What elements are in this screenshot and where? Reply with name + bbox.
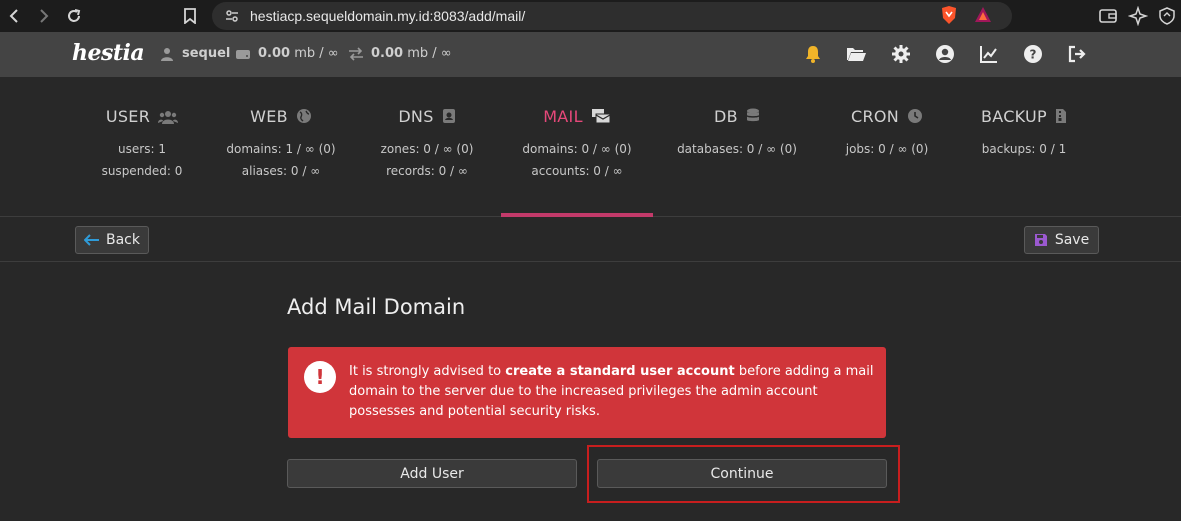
tab-dns-line2: records: 0 / ∞ bbox=[386, 164, 468, 178]
alert-text-before: It is strongly advised to bbox=[349, 364, 506, 379]
folder-open-icon[interactable] bbox=[846, 44, 866, 64]
tab-db-title: DB bbox=[714, 107, 738, 126]
stats-tabs: USER users: 1 suspended: 0 WEB domains: … bbox=[0, 77, 1181, 217]
site-settings-icon[interactable] bbox=[224, 8, 240, 24]
address-bar[interactable]: hestiacp.sequeldomain.my.id:8083/add/mai… bbox=[212, 2, 1012, 30]
tab-db-line1: databases: 0 / ∞ (0) bbox=[677, 142, 797, 156]
tab-db[interactable]: DB databases: 0 / ∞ (0) bbox=[661, 77, 813, 217]
bandwidth-usage-value: 0.00 bbox=[371, 46, 404, 61]
tab-web-title: WEB bbox=[250, 107, 288, 126]
brave-shields-icon[interactable] bbox=[940, 5, 958, 25]
exchange-arrows-icon bbox=[349, 47, 363, 61]
continue-highlight-box bbox=[587, 445, 900, 503]
chart-line-icon[interactable] bbox=[979, 44, 999, 64]
save-button-label: Save bbox=[1054, 232, 1090, 248]
user-icon bbox=[161, 48, 173, 61]
tab-mail-title: MAIL bbox=[543, 107, 583, 126]
tab-user-line1: users: 1 bbox=[118, 142, 166, 156]
bandwidth-usage-limit: mb / ∞ bbox=[407, 46, 452, 61]
tab-user[interactable]: USER users: 1 suspended: 0 bbox=[66, 77, 218, 217]
admin-warning-alert: ! It is strongly advised to create a sta… bbox=[288, 347, 886, 438]
save-button[interactable]: Save bbox=[1024, 226, 1099, 254]
address-book-icon bbox=[442, 109, 455, 123]
file-archive-icon bbox=[1056, 109, 1067, 123]
wallet-icon[interactable] bbox=[1098, 6, 1118, 26]
tab-cron[interactable]: CRON jobs: 0 / ∞ (0) bbox=[811, 77, 963, 217]
disk-usage-value: 0.00 bbox=[258, 46, 291, 61]
gear-icon[interactable] bbox=[891, 44, 911, 64]
tab-web-line1: domains: 1 / ∞ (0) bbox=[226, 142, 336, 156]
action-toolbar: Back Save bbox=[0, 218, 1181, 262]
alert-message: It is strongly advised to create a stand… bbox=[349, 362, 874, 422]
active-tab-indicator bbox=[501, 213, 653, 217]
forward-arrow-icon[interactable] bbox=[34, 6, 54, 26]
tab-mail-line1: domains: 0 / ∞ (0) bbox=[522, 142, 632, 156]
globe-icon bbox=[296, 109, 311, 123]
tab-mail-line2: accounts: 0 / ∞ bbox=[531, 164, 623, 178]
tab-backup-line1: backups: 0 / 1 bbox=[981, 142, 1067, 156]
tab-dns-line1: zones: 0 / ∞ (0) bbox=[380, 142, 474, 156]
bookmark-icon[interactable] bbox=[180, 6, 200, 26]
user-circle-icon[interactable] bbox=[935, 44, 955, 64]
exclamation-circle-icon: ! bbox=[304, 361, 336, 393]
vpn-shield-icon[interactable] bbox=[1157, 6, 1177, 26]
back-arrow-icon[interactable] bbox=[4, 6, 24, 26]
tab-web[interactable]: WEB domains: 1 / ∞ (0) aliases: 0 / ∞ bbox=[205, 77, 357, 217]
floppy-disk-icon bbox=[1034, 234, 1047, 246]
url-text: hestiacp.sequeldomain.my.id:8083/add/mai… bbox=[250, 8, 526, 24]
tab-cron-title: CRON bbox=[850, 107, 900, 126]
add-user-button[interactable]: Add User bbox=[287, 459, 577, 488]
disk-usage-limit: mb / ∞ bbox=[294, 46, 339, 61]
back-button[interactable]: Back bbox=[75, 226, 149, 254]
tab-user-title: USER bbox=[105, 107, 151, 126]
bandwidth-usage: 0.00 mb / ∞ bbox=[371, 46, 452, 61]
disk-usage: 0.00 mb / ∞ bbox=[258, 46, 339, 61]
bell-icon[interactable] bbox=[803, 44, 823, 64]
users-icon bbox=[158, 111, 179, 124]
logout-icon[interactable] bbox=[1067, 44, 1087, 64]
mail-bulk-icon bbox=[591, 109, 611, 124]
help-circle-icon[interactable]: ? bbox=[1023, 44, 1043, 64]
database-icon bbox=[746, 108, 759, 122]
leo-ai-icon[interactable] bbox=[1128, 6, 1148, 26]
svg-text:?: ? bbox=[1030, 48, 1037, 62]
alert-text-bold: create a standard user account bbox=[505, 364, 735, 379]
hard-drive-icon bbox=[236, 50, 250, 59]
arrow-left-icon bbox=[84, 234, 99, 246]
header-username[interactable]: sequel bbox=[182, 46, 230, 61]
app-header: hestia sequel 0.00 mb / ∞ 0.00 mb / ∞ ? bbox=[0, 32, 1181, 77]
browser-toolbar: hestiacp.sequeldomain.my.id:8083/add/mai… bbox=[0, 0, 1181, 32]
reload-icon[interactable] bbox=[64, 6, 84, 26]
tab-backup[interactable]: BACKUP backups: 0 / 1 bbox=[948, 77, 1100, 217]
brave-rewards-icon[interactable] bbox=[974, 6, 992, 24]
tab-backup-title: BACKUP bbox=[980, 107, 1048, 126]
clock-icon bbox=[908, 109, 923, 123]
back-button-label: Back bbox=[106, 232, 140, 248]
page-title: Add Mail Domain bbox=[287, 295, 466, 319]
tab-mail[interactable]: MAIL domains: 0 / ∞ (0) accounts: 0 / ∞ bbox=[501, 77, 653, 217]
tab-dns-title: DNS bbox=[398, 107, 434, 126]
tab-web-line2: aliases: 0 / ∞ bbox=[241, 164, 321, 178]
tab-cron-line1: jobs: 0 / ∞ (0) bbox=[845, 142, 929, 156]
tab-dns[interactable]: DNS zones: 0 / ∞ (0) records: 0 / ∞ bbox=[351, 77, 503, 217]
hestia-logo[interactable]: hestia bbox=[72, 40, 145, 66]
tab-user-line2: suspended: 0 bbox=[101, 164, 183, 178]
